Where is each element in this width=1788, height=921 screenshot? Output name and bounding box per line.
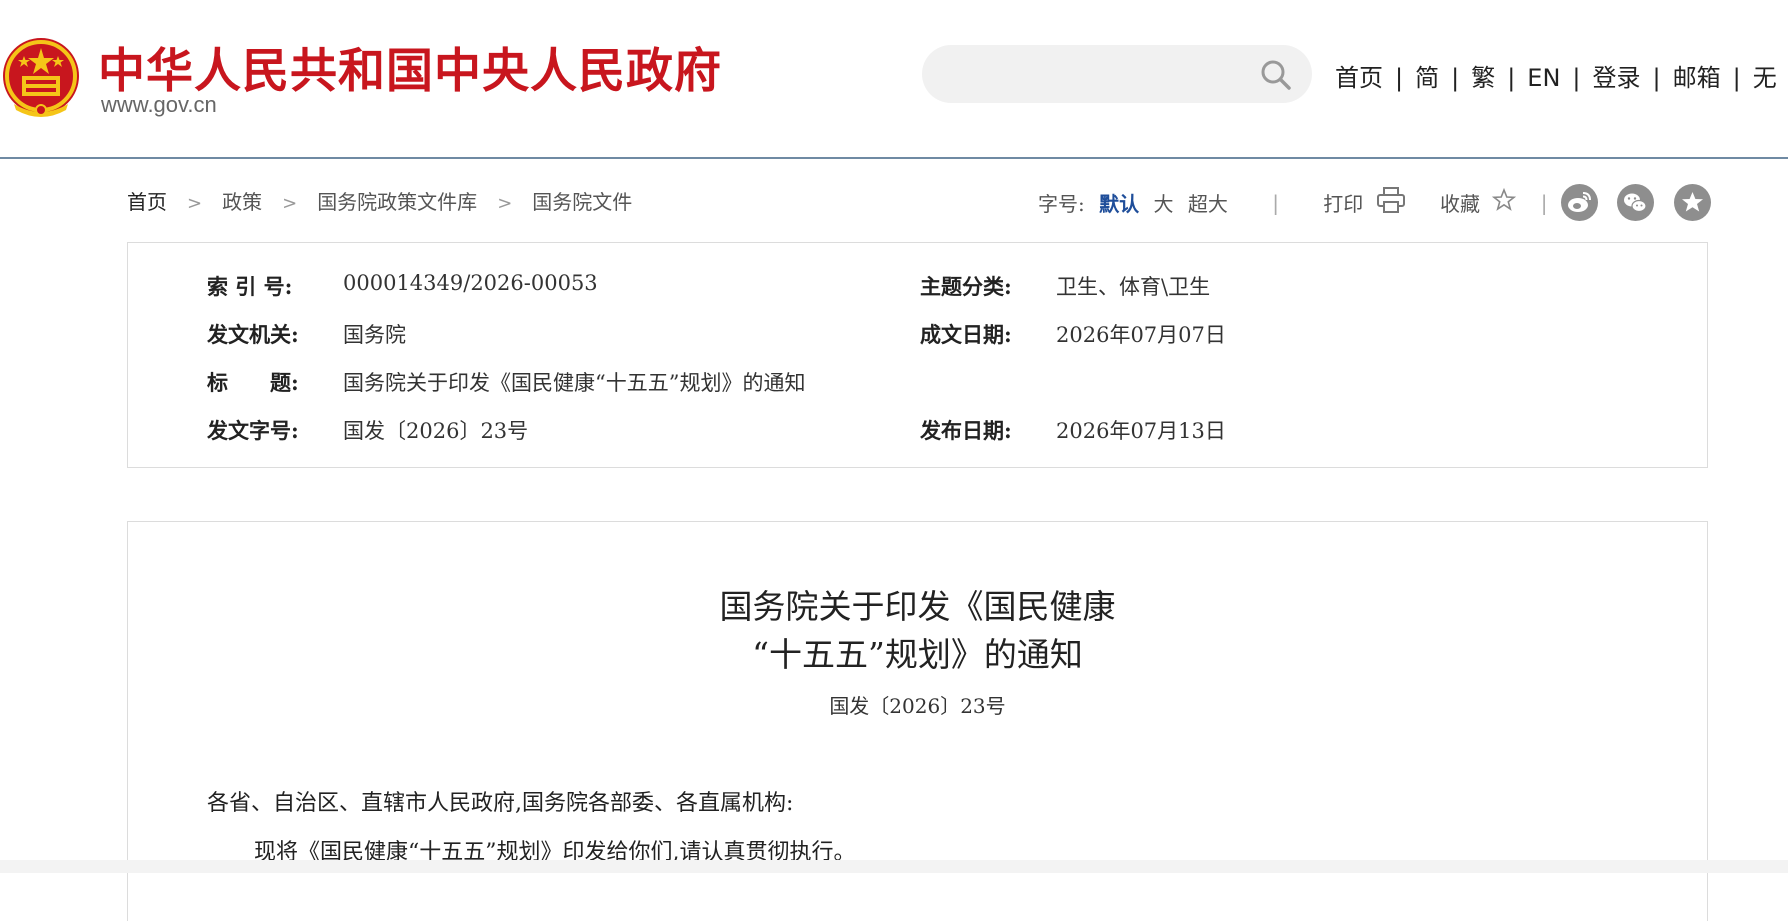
breadcrumb: 首页 > 政策 > 国务院政策文件库 > 国务院文件 [127, 186, 632, 215]
publish-date-value: 2026年07月13日 [1056, 419, 1226, 443]
chevron-right-icon: > [282, 193, 298, 214]
nav-simplified[interactable]: 简 [1415, 64, 1439, 92]
nav-english[interactable]: EN [1527, 64, 1560, 92]
breadcrumb-policy[interactable]: 政策 [222, 190, 262, 214]
nav-separator: | [1732, 64, 1741, 92]
publish-date-label: 发布日期: [920, 418, 1012, 443]
topic-category-label: 主题分类: [920, 274, 1012, 299]
breadcrumb-toolbar-row: 首页 > 政策 > 国务院政策文件库 > 国务院文件 字号: 默认 大 超大 | 打印 收藏… [127, 184, 1711, 221]
search-input[interactable] [944, 45, 1248, 105]
document-title: 国务院关于印发《国民健康 “十五五”规划》的通知 [128, 583, 1707, 679]
chevron-right-icon: > [187, 193, 203, 214]
print-label[interactable]: 打印 [1323, 188, 1363, 217]
weibo-share-button[interactable] [1561, 184, 1598, 221]
font-size-large[interactable]: 大 [1153, 188, 1173, 217]
site-domain-main: www.gov [101, 92, 188, 117]
wechat-share-button[interactable] [1617, 184, 1654, 221]
search-icon[interactable] [1260, 59, 1292, 91]
issuing-authority-label: 发文机关: [207, 322, 299, 347]
written-date-label: 成文日期: [920, 322, 1012, 347]
breadcrumb-policy-library[interactable]: 国务院政策文件库 [317, 190, 477, 214]
national-emblem-icon[interactable] [0, 36, 82, 120]
weibo-icon [1568, 192, 1591, 212]
wechat-icon [1624, 193, 1647, 213]
printer-icon[interactable] [1376, 186, 1406, 219]
document-number-label: 发文字号: [207, 418, 299, 443]
nav-mailbox[interactable]: 邮箱 [1673, 64, 1721, 92]
nav-login[interactable]: 登录 [1593, 64, 1641, 92]
document-number: 国发〔2026〕23号 [829, 694, 1006, 718]
topic-category-value: 卫生、体育\卫生 [1056, 275, 1211, 299]
site-domain[interactable]: www.gov.cn [101, 92, 217, 118]
document-addressee: 各省、自治区、直辖市人民政府,国务院各部委、各直属机构: [207, 791, 794, 816]
chevron-right-icon: > [497, 193, 513, 214]
font-size-default[interactable]: 默认 [1099, 188, 1139, 217]
document-title-line-2: “十五五”规划》的通知 [752, 635, 1083, 674]
top-nav: 首页 | 简 | 繁 | EN | 登录 | 邮箱 | 无 [1335, 58, 1777, 93]
favorite-label[interactable]: 收藏 [1440, 188, 1480, 217]
nav-accessibility[interactable]: 无 [1753, 64, 1777, 92]
site-header: 中华人民共和国中央人民政府 www.gov.cn 首页 | 简 | 繁 | EN | 登录 | 邮箱… [0, 0, 1788, 159]
issuing-authority-value: 国务院 [343, 323, 406, 347]
nav-separator: | [1652, 64, 1661, 92]
index-number-label: 索 引 号: [207, 274, 293, 299]
document-title-line-1: 国务院关于印发《国民健康 [719, 587, 1116, 626]
document-number-value: 国发〔2026〕23号 [343, 419, 529, 443]
search-box [922, 45, 1312, 105]
nav-traditional[interactable]: 繁 [1471, 64, 1495, 92]
font-size-extra-large[interactable]: 超大 [1188, 188, 1228, 217]
tools-divider: | [1272, 190, 1279, 215]
tools-divider: | [1540, 190, 1548, 215]
font-size-label: 字号: [1038, 192, 1085, 216]
title-value: 国务院关于印发《国民健康“十五五”规划》的通知 [343, 371, 806, 395]
nav-separator: | [1507, 64, 1516, 92]
nav-separator: | [1395, 64, 1404, 92]
horizontal-scrollbar[interactable] [0, 860, 1788, 873]
nav-separator: | [1572, 64, 1581, 92]
article-tools: 字号: 默认 大 超大 | 打印 收藏 | [1038, 186, 1585, 219]
index-number-value: 000014349/2026-00053 [343, 271, 598, 295]
favorite-share-button[interactable] [1674, 184, 1711, 221]
written-date-value: 2026年07月07日 [1056, 323, 1226, 347]
site-title[interactable]: 中华人民共和国中央人民政府 [98, 32, 722, 101]
star-icon [1682, 192, 1703, 212]
title-label: 标 题: [207, 370, 299, 395]
nav-separator: | [1451, 64, 1460, 92]
breadcrumb-home[interactable]: 首页 [127, 190, 167, 214]
breadcrumb-state-council-docs[interactable]: 国务院文件 [532, 190, 632, 214]
star-outline-icon[interactable] [1492, 187, 1517, 217]
nav-home[interactable]: 首页 [1335, 64, 1383, 92]
document-metadata-table: 索 引 号: 000014349/2026-00053 主题分类: 卫生、体育\… [127, 242, 1708, 468]
site-domain-suffix: .cn [187, 92, 217, 117]
